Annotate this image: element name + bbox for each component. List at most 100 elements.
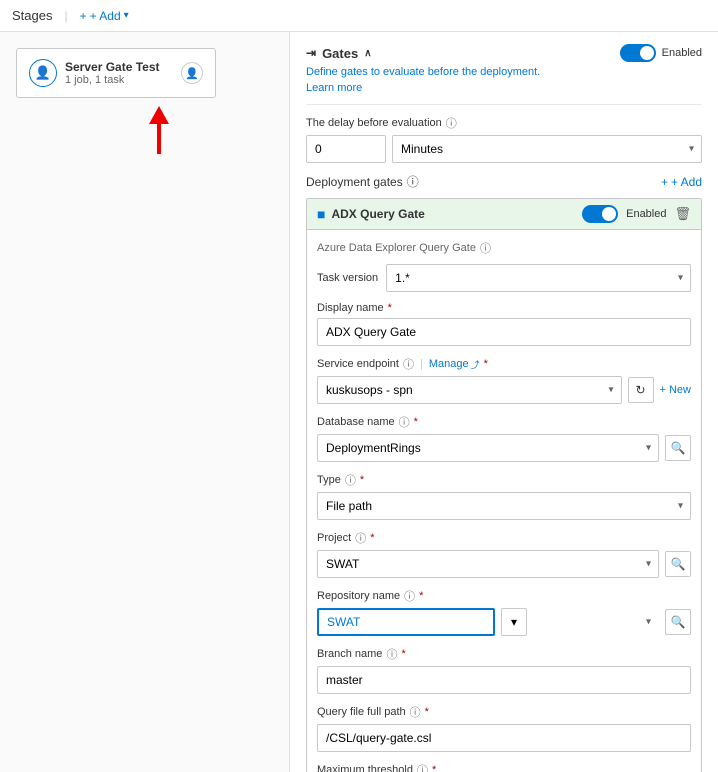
project-row: SWAT 🔍: [317, 550, 691, 578]
gate-enabled-label: Enabled: [626, 208, 666, 220]
repo-dropdown[interactable]: ▾: [501, 608, 527, 636]
database-name-select-wrapper: DeploymentRings: [317, 434, 659, 462]
project-label: Project ⓘ: [317, 530, 691, 546]
project-select[interactable]: SWAT: [317, 550, 659, 578]
gates-chevron-icon[interactable]: ∧: [364, 48, 371, 59]
repository-search-button[interactable]: 🔍: [665, 609, 691, 635]
stage-info: Server Gate Test 1 job, 1 task: [65, 60, 173, 86]
database-name-label: Database name ⓘ: [317, 414, 691, 430]
chevron-down-icon: ▾: [124, 10, 129, 21]
gate-actions: Enabled 🗑: [582, 205, 691, 223]
database-name-row: DeploymentRings 🔍: [317, 434, 691, 462]
delay-info-icon[interactable]: ⓘ: [446, 115, 457, 131]
stage-user-icon[interactable]: 👤: [181, 62, 203, 84]
plus-icon: +: [660, 384, 666, 396]
gate-enabled-toggle[interactable]: [582, 205, 618, 223]
plus-icon: +: [661, 175, 668, 189]
type-field: Type ⓘ File path: [317, 472, 691, 520]
right-panel: ⇥ Gates ∧ Enabled Define gates to evalua…: [290, 32, 718, 772]
database-name-select[interactable]: DeploymentRings: [317, 434, 659, 462]
learn-more-link[interactable]: Learn more: [306, 82, 362, 94]
gate-arrow-icon: ⇥: [306, 46, 316, 60]
top-toolbar: Stages | + + Add ▾: [0, 0, 718, 32]
new-endpoint-button[interactable]: + New: [660, 384, 691, 396]
arrow-head: [149, 106, 169, 124]
display-name-input[interactable]: [317, 318, 691, 346]
gates-toggle[interactable]: [620, 44, 656, 62]
query-file-input[interactable]: [317, 724, 691, 752]
project-select-wrapper: SWAT: [317, 550, 659, 578]
gates-desc: Define gates to evaluate before the depl…: [306, 66, 702, 78]
database-name-field: Database name ⓘ DeploymentRings 🔍: [317, 414, 691, 462]
arrow-container: [44, 106, 273, 154]
delay-unit-wrapper: Minutes Hours: [392, 135, 702, 163]
project-search-button[interactable]: 🔍: [665, 551, 691, 577]
left-panel: 👤 Server Gate Test 1 job, 1 task 👤: [0, 32, 290, 772]
gate-name-row: ■ ADX Query Gate: [317, 206, 425, 222]
arrow-shaft: [157, 124, 161, 154]
max-threshold-info-icon[interactable]: ⓘ: [417, 762, 428, 772]
manage-link[interactable]: Manage ⤴: [429, 358, 480, 371]
branch-name-input[interactable]: [317, 666, 691, 694]
delay-unit-select[interactable]: Minutes Hours: [392, 135, 702, 163]
type-info-icon[interactable]: ⓘ: [345, 472, 356, 488]
repo-dropdown-wrapper: ▾: [501, 608, 659, 636]
task-version-select-wrapper: 1.*: [386, 264, 691, 292]
gates-toggle-container: Enabled: [620, 44, 702, 62]
gates-label: Gates: [322, 46, 358, 61]
service-endpoint-info-icon[interactable]: ⓘ: [403, 356, 414, 372]
repository-name-input[interactable]: [317, 608, 495, 636]
search-icon: 🔍: [671, 557, 686, 571]
type-label: Type ⓘ: [317, 472, 691, 488]
gate-name: ADX Query Gate: [331, 207, 424, 221]
task-version-row: Task version 1.*: [317, 264, 691, 292]
branch-name-field: Branch name ⓘ: [317, 646, 691, 694]
project-field: Project ⓘ SWAT 🔍: [317, 530, 691, 578]
add-gate-button[interactable]: + + Add: [661, 175, 702, 189]
gate-blue-icon: ■: [317, 206, 325, 222]
service-endpoint-field: Service endpoint ⓘ | Manage ⤴ kuskusops …: [317, 356, 691, 404]
stage-card[interactable]: 👤 Server Gate Test 1 job, 1 task 👤: [16, 48, 216, 98]
delay-input[interactable]: [306, 135, 386, 163]
branch-name-label: Branch name ⓘ: [317, 646, 691, 662]
service-endpoint-row: kuskusops - spn ↻ + New: [317, 376, 691, 404]
stages-label: Stages: [12, 8, 52, 23]
gate-subtitle-info-icon[interactable]: ⓘ: [480, 240, 491, 256]
add-button[interactable]: + + Add ▾: [80, 9, 129, 23]
branch-info-icon[interactable]: ⓘ: [386, 646, 397, 662]
stage-name: Server Gate Test: [65, 60, 173, 74]
task-version-select[interactable]: 1.*: [386, 264, 691, 292]
search-icon: 🔍: [671, 441, 686, 455]
repository-name-label: Repository name ⓘ: [317, 588, 691, 604]
project-info-icon[interactable]: ⓘ: [355, 530, 366, 546]
main-layout: 👤 Server Gate Test 1 job, 1 task 👤 ⇥ Gat…: [0, 32, 718, 772]
delay-field-group: The delay before evaluation ⓘ Minutes Ho…: [306, 115, 702, 163]
database-search-button[interactable]: 🔍: [665, 435, 691, 461]
query-file-info-icon[interactable]: ⓘ: [410, 704, 421, 720]
stage-person-icon: 👤: [29, 59, 57, 87]
display-name-field: Display name: [317, 302, 691, 346]
repository-info-icon[interactable]: ⓘ: [404, 588, 415, 604]
task-version-label: Task version: [317, 272, 378, 284]
repository-name-row: ▾ 🔍: [317, 608, 691, 636]
query-file-label: Query file full path ⓘ: [317, 704, 691, 720]
gate-subtitle: Azure Data Explorer Query Gate ⓘ: [317, 240, 691, 256]
plus-icon: +: [80, 9, 87, 23]
max-threshold-label: Maximum threshold ⓘ: [317, 762, 691, 772]
service-endpoint-label: Service endpoint ⓘ | Manage ⤴: [317, 356, 691, 372]
type-select[interactable]: File path: [317, 492, 691, 520]
search-icon: 🔍: [671, 615, 686, 629]
stage-meta: 1 job, 1 task: [65, 74, 173, 86]
deployment-gates-info-icon[interactable]: ⓘ: [407, 173, 419, 190]
query-file-field: Query file full path ⓘ: [317, 704, 691, 752]
gates-enabled-label: Enabled: [662, 47, 702, 59]
add-label: + Add: [90, 9, 121, 23]
deployment-gates-label: Deployment gates ⓘ: [306, 173, 419, 190]
service-endpoint-select[interactable]: kuskusops - spn: [317, 376, 622, 404]
database-info-icon[interactable]: ⓘ: [399, 414, 410, 430]
deployment-gates-header: Deployment gates ⓘ + + Add: [306, 173, 702, 190]
refresh-endpoint-button[interactable]: ↻: [628, 377, 654, 403]
display-name-label: Display name: [317, 302, 691, 314]
delay-label: The delay before evaluation ⓘ: [306, 115, 702, 131]
delete-gate-icon[interactable]: 🗑: [674, 206, 691, 222]
